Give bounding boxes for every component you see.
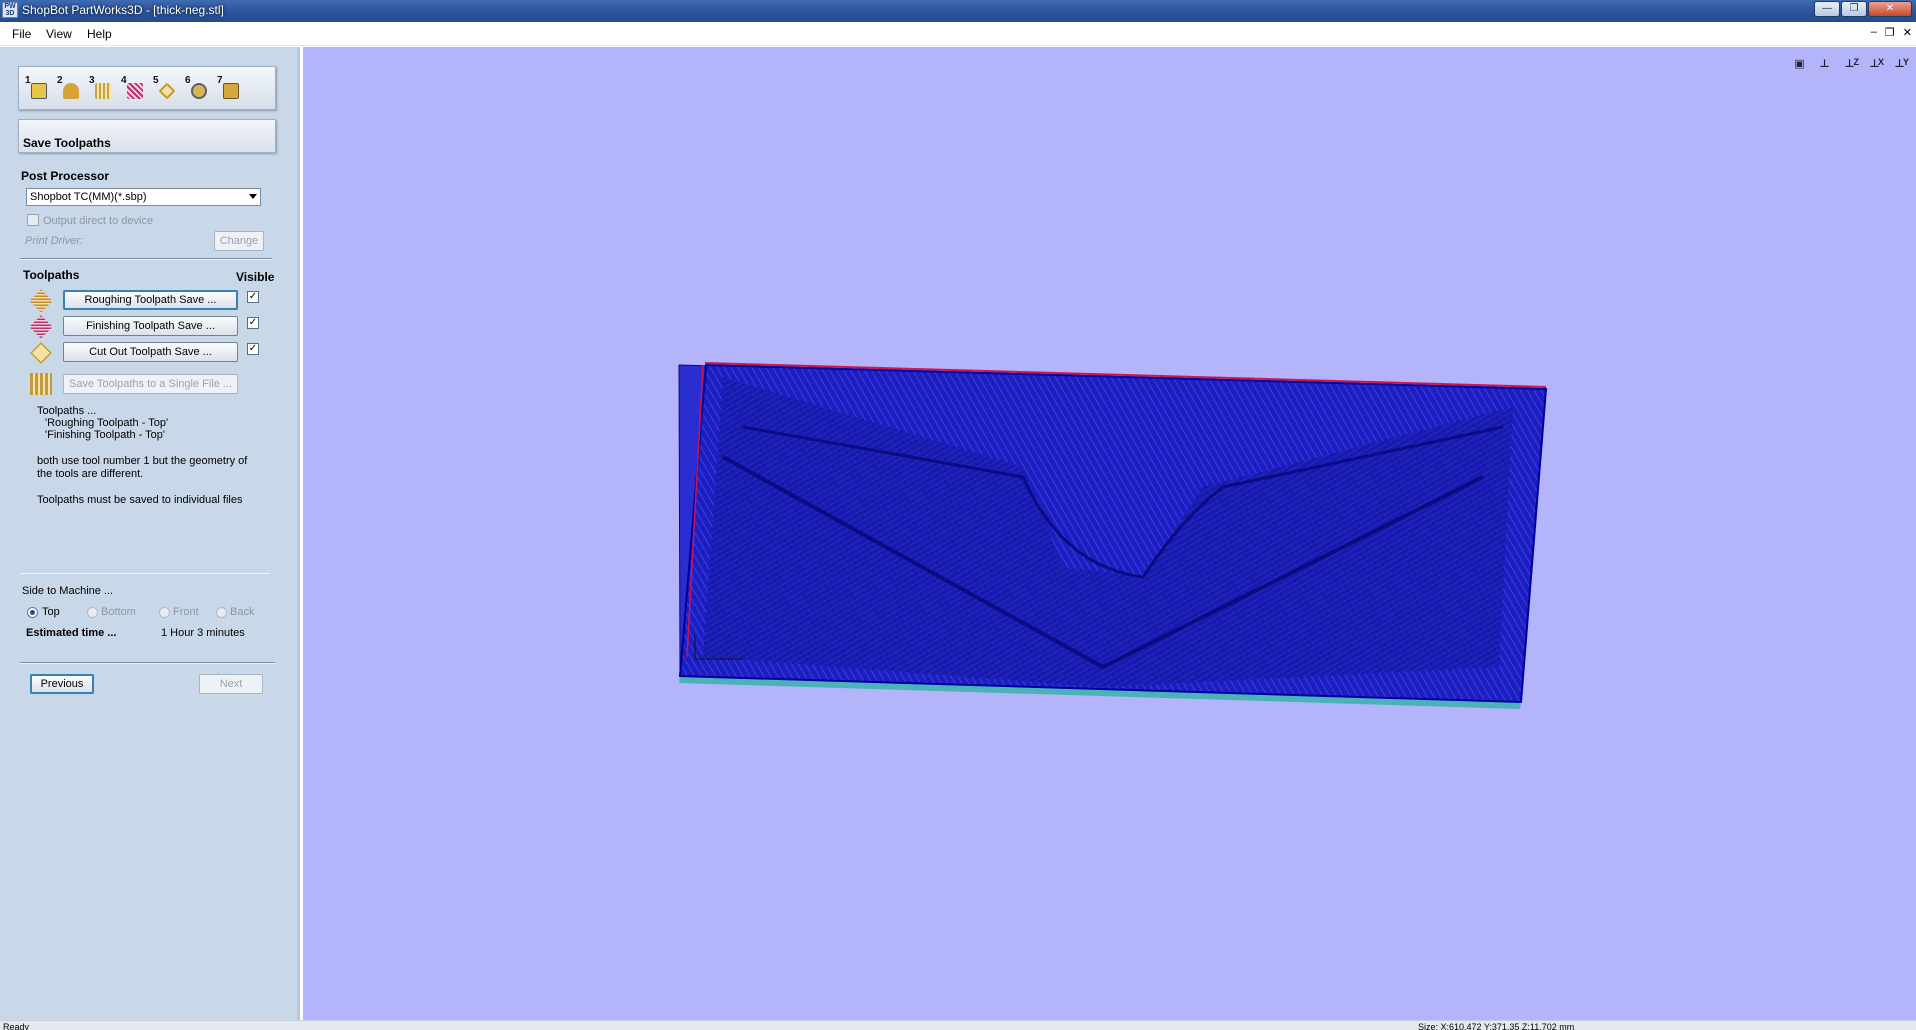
wizard-panel: 1 2 3 4 5 6 7 Save Toolpaths Post Proces… (0, 47, 300, 1020)
3d-viewport[interactable]: ▣ ⊥ ⊥ Z ⊥ X ⊥ Y (303, 47, 1916, 1020)
window-title: ShopBot PartWorks3D - [thick-neg.stl] (22, 3, 224, 17)
status-bar: Ready Size: X:610.472 Y:371.35 Z:11.702 … (0, 1020, 1916, 1030)
next-button[interactable]: Next (199, 674, 263, 694)
message-line: the tools are different. (37, 468, 144, 480)
close-button[interactable]: ✕ (1868, 1, 1912, 17)
mdi-close-icon[interactable]: ✕ (1903, 26, 1912, 39)
divider (20, 258, 272, 260)
message-line: Toolpaths must be saved to individual fi… (37, 494, 243, 506)
app-icon: PW 3D (2, 2, 18, 18)
wizard-step-2[interactable]: 2 (55, 75, 83, 103)
side-top-radio[interactable] (27, 607, 38, 618)
step-number: 2 (57, 75, 63, 86)
change-button[interactable]: Change (214, 231, 264, 251)
minimize-button[interactable]: — (1814, 1, 1840, 17)
step-number: 3 (89, 75, 95, 86)
finishing-save-button[interactable]: Finishing Toolpath Save ... (63, 316, 238, 336)
side-bottom-label: Bottom (101, 606, 136, 618)
menu-help[interactable]: Help (87, 27, 112, 41)
wizard-toolbar: 1 2 3 4 5 6 7 (18, 66, 276, 110)
output-direct-checkbox[interactable] (27, 214, 39, 226)
estimated-time-value: 1 Hour 3 minutes (161, 627, 245, 639)
window-controls: — ❐ ✕ (1814, 1, 1912, 17)
finishing-visible-checkbox[interactable]: ✓ (247, 317, 259, 329)
print-driver-label: Print Driver: (25, 235, 84, 247)
menu-bar: File View Help – ❐ ✕ (0, 22, 1916, 46)
step-number: 5 (153, 75, 159, 86)
post-processor-value: Shopbot TC(MM)(*.sbp) (30, 191, 147, 203)
wizard-step-1[interactable]: 1 (23, 75, 51, 103)
panel-title: Save Toolpaths (23, 136, 111, 150)
layers-icon (31, 83, 47, 99)
side-bottom-radio[interactable] (87, 607, 98, 618)
finishing-icon (127, 83, 143, 99)
chevron-down-icon (249, 194, 257, 199)
wizard-step-4[interactable]: 4 (119, 75, 147, 103)
mdi-minimize-icon[interactable]: – (1871, 26, 1877, 39)
restore-button[interactable]: ❐ (1841, 1, 1867, 17)
step-number: 6 (185, 75, 191, 86)
output-direct-label: Output direct to device (43, 215, 154, 227)
finishing-toolpath-icon (29, 315, 53, 339)
side-to-machine-label: Side to Machine ... (22, 585, 114, 597)
cutout-toolpath-icon (30, 342, 52, 364)
wizard-step-3[interactable]: 3 (87, 75, 115, 103)
menu-view[interactable]: View (46, 27, 72, 41)
mdi-restore-icon[interactable]: ❐ (1885, 26, 1895, 39)
preview-icon (191, 83, 207, 99)
estimated-time-label: Estimated time ... (26, 627, 117, 639)
side-back-label: Back (230, 606, 255, 618)
message-line: both use tool number 1 but the geometry … (37, 455, 248, 467)
menu-file[interactable]: File (12, 27, 31, 41)
section-header: Save Toolpaths (18, 119, 276, 153)
toolpaths-label: Toolpaths (23, 268, 80, 282)
title-bar: PW 3D ShopBot PartWorks3D - [thick-neg.s… (0, 0, 1916, 22)
cutout-visible-checkbox[interactable]: ✓ (247, 343, 259, 355)
cutout-icon (158, 82, 176, 100)
save-icon (223, 83, 239, 99)
message-line: Toolpaths ... (37, 405, 97, 417)
step-number: 4 (121, 75, 127, 86)
mdi-controls: – ❐ ✕ (1871, 26, 1912, 39)
toolpath-model (678, 362, 1548, 709)
divider (20, 573, 270, 574)
wizard-step-6[interactable]: 6 (183, 75, 211, 103)
side-front-label: Front (173, 606, 199, 618)
step-number: 1 (25, 75, 31, 86)
wizard-step-5[interactable]: 5 (151, 75, 179, 103)
cutout-save-button[interactable]: Cut Out Toolpath Save ... (63, 342, 238, 362)
material-icon (63, 83, 79, 99)
side-top-label: Top (42, 606, 60, 618)
previous-button[interactable]: Previous (30, 674, 94, 694)
message-line: 'Roughing Toolpath - Top' (45, 417, 169, 429)
roughing-visible-checkbox[interactable]: ✓ (247, 291, 259, 303)
roughing-icon (95, 83, 111, 99)
divider (20, 662, 275, 664)
model-size-text: Size: X:610.472 Y:371.35 Z:11.702 mm (1418, 1022, 1575, 1030)
side-back-radio[interactable] (216, 607, 227, 618)
save-single-file-button[interactable]: Save Toolpaths to a Single File ... (63, 374, 238, 394)
step-number: 7 (217, 75, 223, 86)
save-all-icon (30, 373, 52, 395)
status-text: Ready (3, 1022, 30, 1030)
message-line: 'Finishing Toolpath - Top' (45, 429, 165, 441)
post-processor-label: Post Processor (21, 169, 110, 183)
post-processor-select[interactable]: Shopbot TC(MM)(*.sbp) (26, 188, 261, 206)
roughing-toolpath-icon (29, 289, 53, 313)
wizard-step-7[interactable]: 7 (215, 75, 243, 103)
side-front-radio[interactable] (159, 607, 170, 618)
roughing-save-button[interactable]: Roughing Toolpath Save ... (63, 290, 238, 310)
visible-label: Visible (236, 270, 275, 284)
